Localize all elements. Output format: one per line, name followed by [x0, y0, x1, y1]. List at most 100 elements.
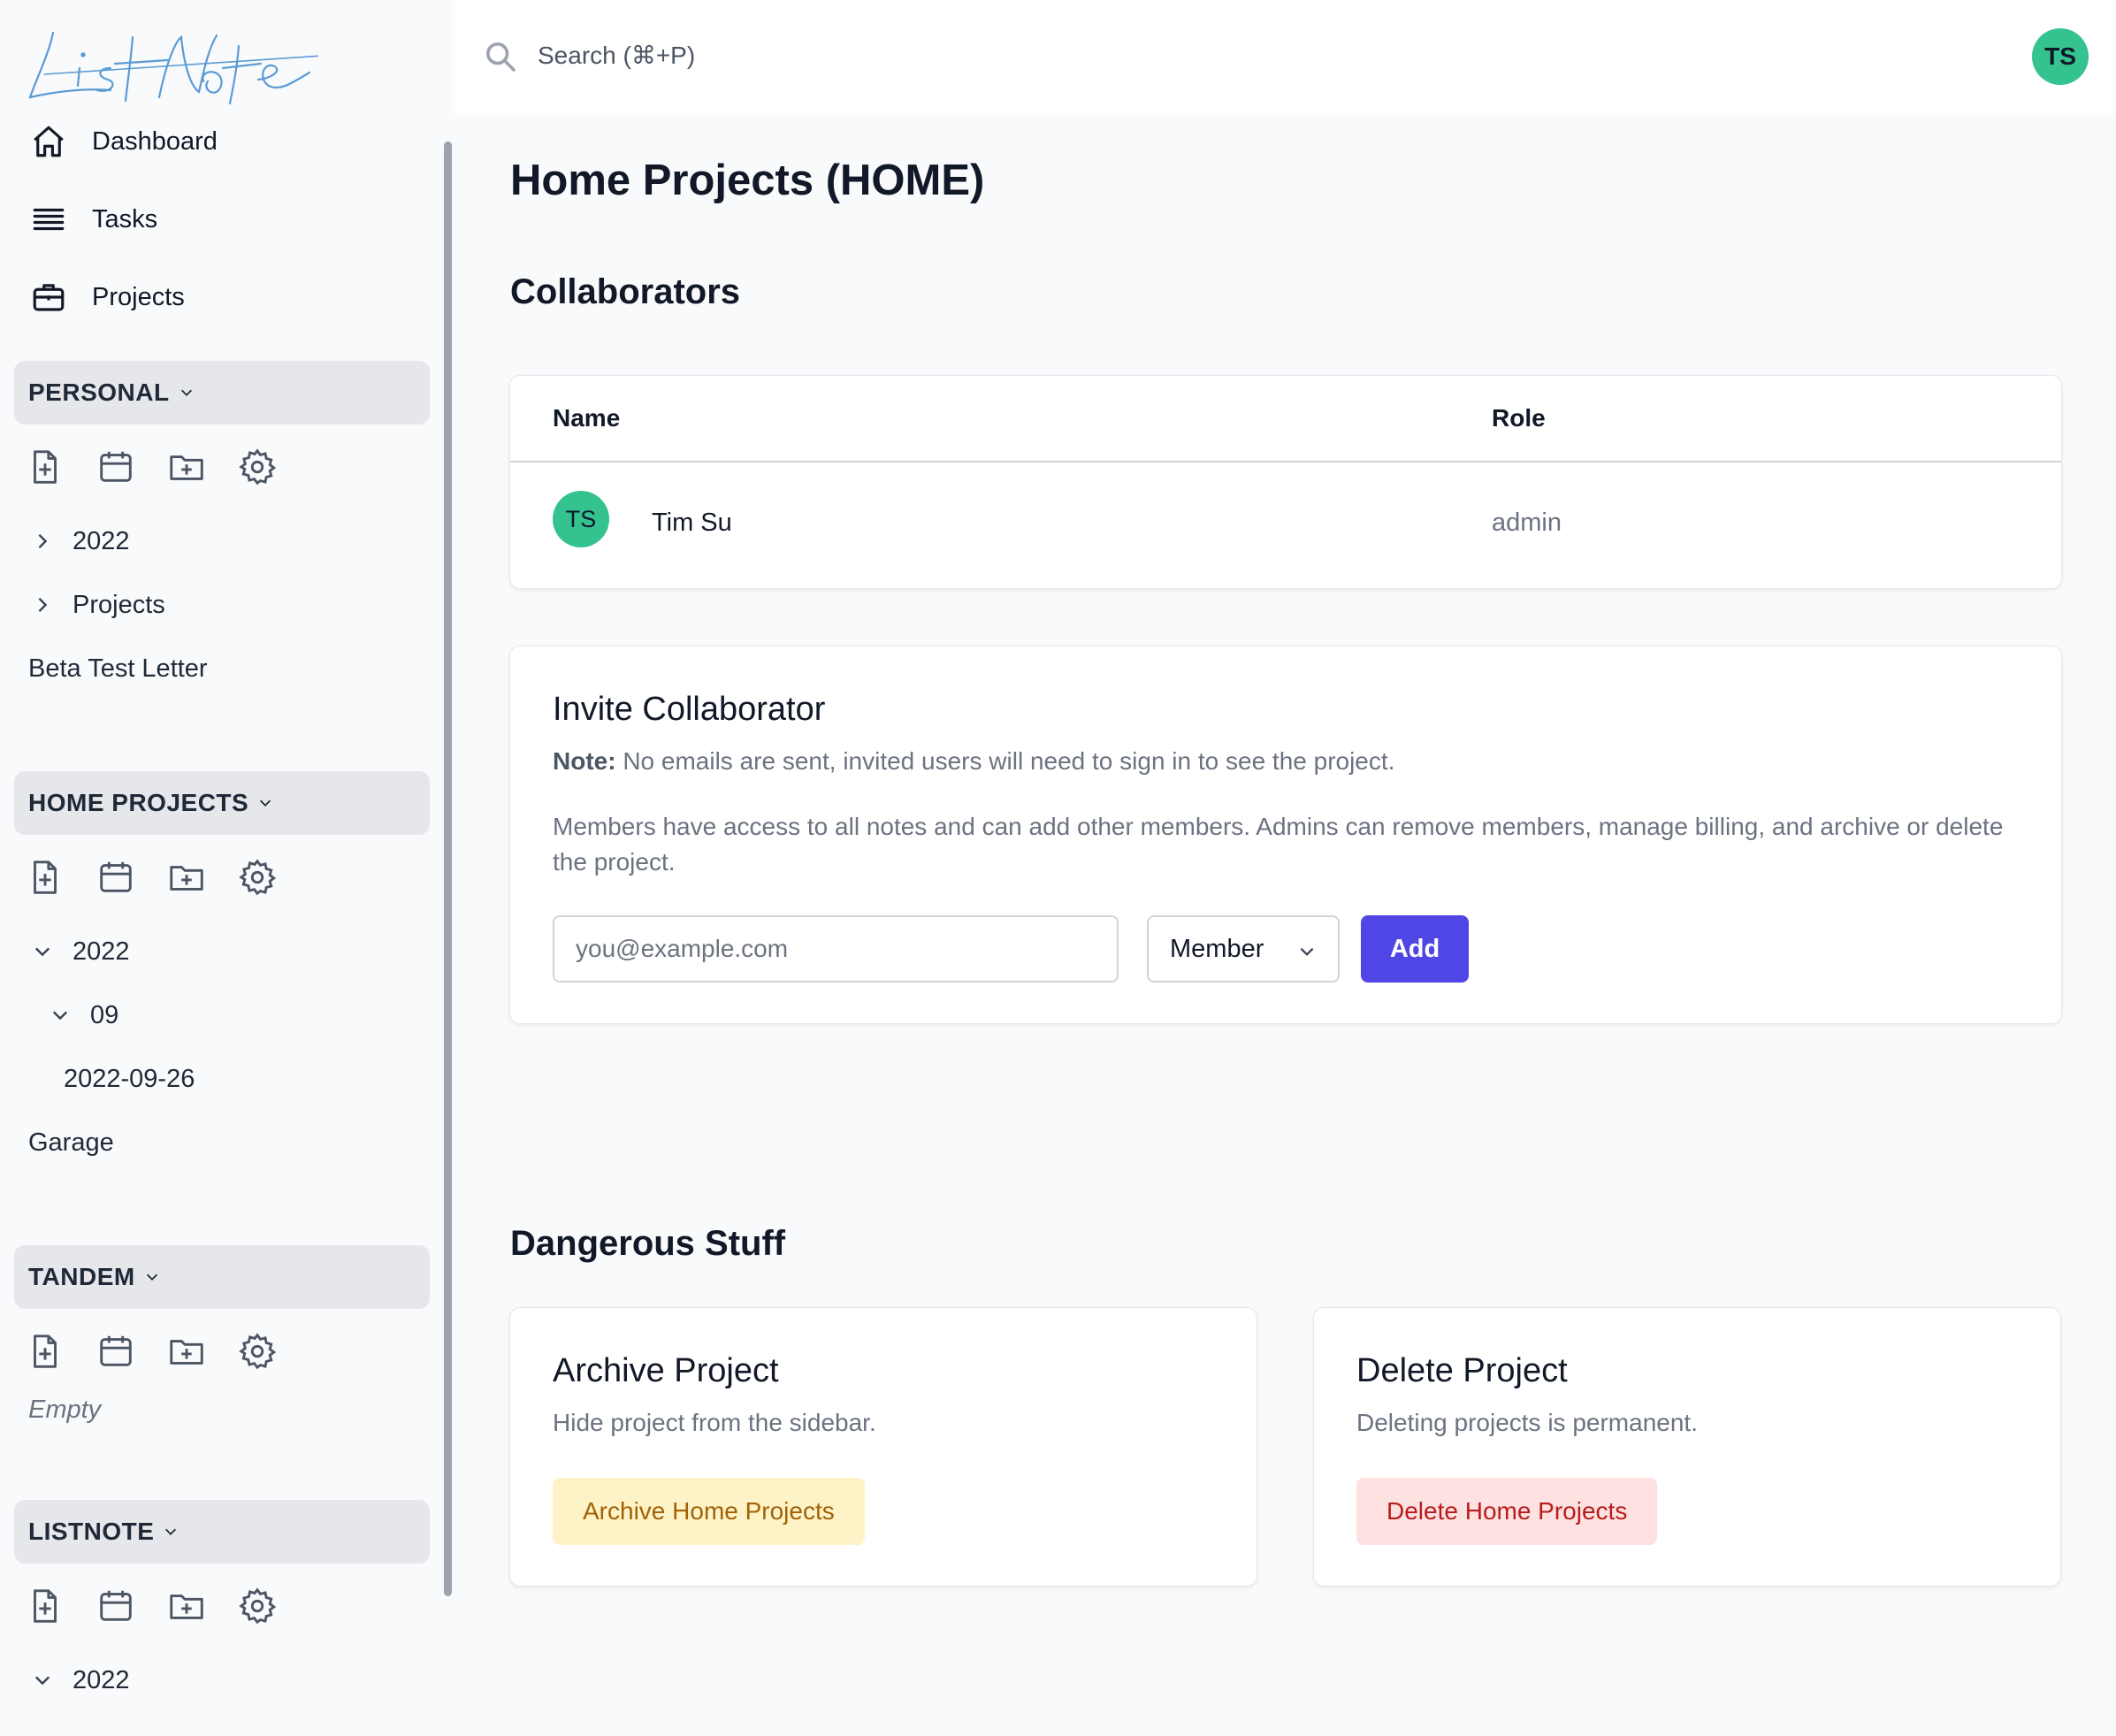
archive-description: Hide project from the sidebar.: [553, 1409, 876, 1436]
role-select[interactable]: Member: [1147, 915, 1340, 983]
chevron-right-icon: [38, 597, 48, 613]
search-icon: [486, 42, 516, 72]
new-folder-icon: [170, 1595, 203, 1619]
top-bar: TS: [453, 0, 2116, 113]
chevron-down-icon: [34, 1676, 50, 1686]
invite-note: Note: No emails are sent, invited users …: [553, 747, 1394, 776]
nav-tasks-label: Tasks: [92, 204, 158, 233]
new-folder-button[interactable]: [166, 1586, 207, 1626]
calendar-icon: [100, 1590, 132, 1621]
tree-item-label: 2022: [73, 937, 130, 966]
tree-item-09[interactable]: 09: [50, 994, 118, 1036]
new-folder-button[interactable]: [166, 1331, 207, 1372]
page-title: Home Projects (HOME): [510, 157, 985, 204]
chevron-down-icon: [180, 389, 192, 396]
section-home-projects-label: HOME PROJECTS: [28, 789, 249, 816]
user-avatar[interactable]: TS: [2032, 28, 2089, 85]
section-listnote[interactable]: LISTNOTE: [14, 1500, 430, 1564]
settings-icon: [239, 1587, 277, 1625]
tree-item-2022[interactable]: 2022: [32, 520, 130, 562]
section-listnote-label: LISTNOTE: [28, 1518, 155, 1545]
chevron-down-icon: [52, 1011, 68, 1021]
list-icon: [33, 208, 65, 231]
section-personal[interactable]: PERSONAL: [14, 361, 430, 424]
new-folder-button[interactable]: [166, 447, 207, 487]
chevron-down-icon: [34, 947, 50, 957]
home-icon: [34, 126, 64, 157]
collaborator-avatar: TS: [553, 491, 609, 547]
email-field[interactable]: [553, 915, 1119, 983]
note-label: Note:: [553, 747, 616, 775]
invite-description: Members have access to all notes and can…: [553, 813, 2004, 876]
home-projects-toolbar: [25, 856, 308, 899]
tree-item-label: 2022-09-26: [64, 1064, 195, 1093]
collaborators-heading: Collaborators: [510, 272, 741, 311]
invite-title: Invite Collaborator: [553, 691, 826, 728]
section-tandem[interactable]: TANDEM: [14, 1245, 430, 1309]
delete-project-button[interactable]: Delete Home Projects: [1356, 1478, 1658, 1545]
tree-item-2022[interactable]: 2022: [32, 1659, 130, 1702]
table-divider: [510, 461, 2061, 463]
sidebar-scrollbar[interactable]: [444, 141, 452, 1596]
new-note-button[interactable]: [25, 857, 65, 898]
chevron-down-icon: [146, 1273, 157, 1281]
tree-item-2022-09-26[interactable]: 2022-09-26: [64, 1058, 195, 1100]
search-input[interactable]: [538, 34, 1068, 78]
sidebar: Dashboard Tasks Projects PERSONAL 2022 P…: [0, 0, 453, 1736]
calendar-button[interactable]: [95, 447, 136, 487]
tree-item-beta-test-letter[interactable]: Beta Test Letter: [28, 647, 208, 690]
tree-item-label: 09: [90, 1000, 119, 1029]
chevron-down-icon: [1300, 947, 1314, 956]
nav-dashboard[interactable]: Dashboard: [30, 115, 419, 168]
tree-item-label: Projects: [73, 590, 165, 619]
new-folder-icon: [170, 455, 203, 480]
chevron-down-icon: [260, 799, 271, 807]
new-folder-button[interactable]: [166, 857, 207, 898]
nav-projects[interactable]: Projects: [30, 271, 419, 324]
new-note-icon: [34, 1589, 57, 1623]
calendar-icon: [100, 451, 132, 482]
settings-icon: [239, 1333, 277, 1370]
listnote-logo[interactable]: [27, 19, 318, 108]
collaborators-table: Name Role TS Tim Su admin: [509, 375, 2062, 589]
calendar-button[interactable]: [95, 1586, 136, 1626]
tree-item-2022[interactable]: 2022: [32, 930, 130, 973]
chevron-down-icon: [165, 1528, 177, 1535]
column-header-name: Name: [553, 404, 621, 432]
chevron-right-icon: [38, 533, 48, 549]
role-select-value: Member: [1170, 934, 1264, 963]
listnote-toolbar: [25, 1585, 308, 1627]
tree-item-garage[interactable]: Garage: [28, 1121, 114, 1164]
new-note-button[interactable]: [25, 1331, 65, 1372]
tree-item-label: 2022: [73, 1665, 130, 1694]
nav-dashboard-label: Dashboard: [92, 126, 218, 156]
section-home-projects[interactable]: HOME PROJECTS: [14, 771, 430, 835]
add-collaborator-button[interactable]: Add: [1361, 915, 1469, 983]
dangerous-stuff-heading: Dangerous Stuff: [510, 1224, 786, 1263]
settings-button[interactable]: [237, 1331, 278, 1372]
note-text: No emails are sent, invited users will n…: [615, 747, 1395, 775]
tree-item-label: Garage: [28, 1128, 114, 1157]
empty-label: Empty: [28, 1396, 102, 1424]
new-folder-icon: [170, 1340, 203, 1365]
collaborator-name: Tim Su: [652, 509, 732, 537]
new-note-icon: [34, 450, 57, 484]
settings-button[interactable]: [237, 1586, 278, 1626]
briefcase-icon: [33, 284, 65, 311]
settings-button[interactable]: [237, 447, 278, 487]
column-header-role: Role: [1492, 404, 1546, 432]
settings-icon: [239, 859, 277, 896]
new-note-button[interactable]: [25, 1586, 65, 1626]
settings-button[interactable]: [237, 857, 278, 898]
delete-project-card: Delete Project Deleting projects is perm…: [1313, 1307, 2061, 1587]
nav-tasks[interactable]: Tasks: [30, 193, 419, 246]
tandem-toolbar: [25, 1330, 308, 1373]
calendar-button[interactable]: [95, 1331, 136, 1372]
archive-project-card: Archive Project Hide project from the si…: [509, 1307, 1257, 1587]
calendar-button[interactable]: [95, 857, 136, 898]
section-personal-label: PERSONAL: [28, 379, 170, 406]
new-note-button[interactable]: [25, 447, 65, 487]
tree-item-projects[interactable]: Projects: [32, 584, 165, 626]
archive-project-button[interactable]: Archive Home Projects: [553, 1478, 865, 1545]
tree-item-label: Beta Test Letter: [28, 654, 208, 683]
